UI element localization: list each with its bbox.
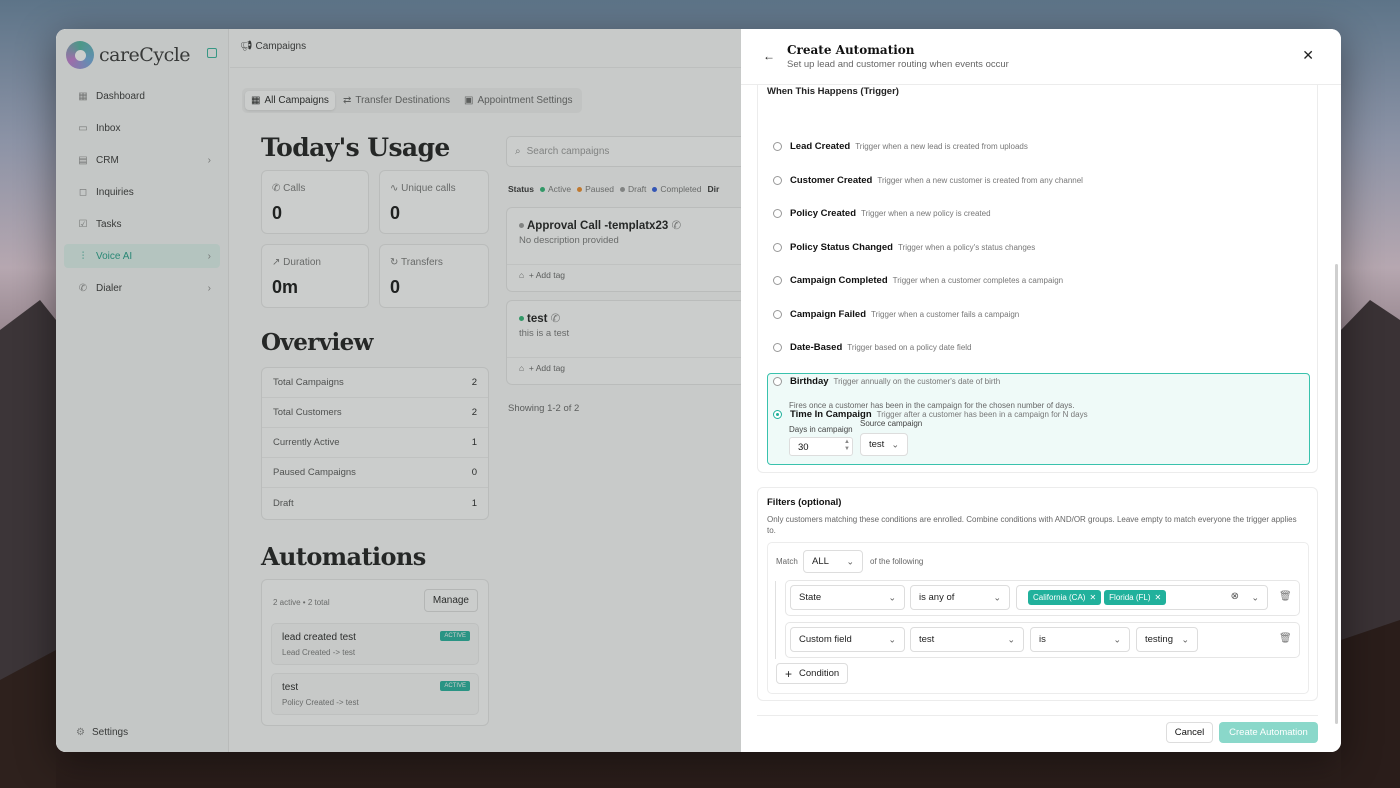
trigger-description: Trigger after a customer has been in a c… (876, 410, 1088, 419)
operator-value: is any of (919, 592, 955, 603)
trigger-description: Trigger when a policy's status changes (897, 243, 1036, 252)
custom-field-name-select[interactable]: test ⌄ (910, 627, 1024, 652)
trigger-name: Campaign Failed (790, 309, 867, 320)
radio-button[interactable] (773, 310, 782, 319)
condition-field-select[interactable]: State ⌄ (790, 585, 905, 610)
match-value: ALL (812, 556, 829, 567)
chevron-down-icon: ⌄ (993, 592, 1001, 602)
add-condition-label: Condition (799, 668, 840, 679)
remove-chip-icon: ✕ (1154, 593, 1162, 602)
trigger-description: Trigger when a new policy is created (861, 209, 991, 218)
remove-chip-icon: ✕ (1089, 593, 1097, 602)
app-window: careCycle ▦ Dashboard ▭ Inbox ▤ CRM › ◻ Inquirie… (56, 29, 1341, 752)
radio-button[interactable] (773, 410, 782, 419)
trigger-option-policy-created[interactable]: Policy Created Trigger when a new policy … (773, 208, 991, 219)
source-value: test (869, 439, 885, 450)
trigger-description: Trigger when a customer fails a campaign (871, 310, 1020, 319)
trigger-name: Birthday (790, 376, 829, 387)
condition-value: testing (1145, 634, 1173, 645)
close-icon[interactable]: ✕ (1302, 47, 1314, 64)
days-label: Days in campaign (789, 425, 853, 434)
condition-operator-select[interactable]: is ⌄ (1030, 627, 1130, 652)
trash-icon[interactable]: 🗑︎ (1279, 633, 1292, 644)
trigger-description: Trigger based on a policy date field (847, 343, 972, 352)
filters-description: Only customers matching these conditions… (767, 515, 1297, 535)
trigger-option-lead-created[interactable]: Lead Created Trigger when a new lead is c… (773, 141, 1028, 152)
campaigns-app: careCycle ▦ Dashboard ▭ Inbox ▤ CRM › ◻ Inquirie… (56, 29, 746, 752)
trigger-name: Campaign Completed (790, 275, 888, 286)
condition-value-select[interactable]: testing ⌄ (1136, 627, 1198, 652)
trigger-name: Policy Created (790, 208, 856, 219)
trigger-option-date-based[interactable]: Date-Based Trigger based on a policy date… (773, 342, 972, 353)
trigger-option-customer-created[interactable]: Customer Created Trigger when a new custo… (773, 175, 1083, 186)
custom-field-value: test (919, 634, 935, 645)
days-value: 30 (798, 442, 809, 453)
radio-button[interactable] (773, 209, 782, 218)
plus-icon: + (785, 666, 793, 681)
trash-icon[interactable]: 🗑︎ (1279, 591, 1292, 602)
radio-button[interactable] (773, 377, 782, 386)
following-label: of the following (870, 557, 924, 566)
radio-button[interactable] (773, 176, 782, 185)
field-value: Custom field (799, 634, 852, 645)
chevron-down-icon: ⌄ (891, 439, 899, 449)
radio-button[interactable] (773, 343, 782, 352)
trigger-option-campaign-failed[interactable]: Campaign Failed Trigger when a customer f… (773, 309, 1019, 320)
trigger-title: When This Happens (Trigger) (767, 86, 899, 97)
operator-value: is (1039, 634, 1046, 645)
condition-values-multiselect[interactable]: California (CA) ✕ Florida (FL) ✕ ⊗ ⌄ (1016, 585, 1268, 610)
condition-operator-select[interactable]: is any of ⌄ (910, 585, 1010, 610)
field-value: State (799, 592, 822, 603)
create-automation-button[interactable]: Create Automation (1219, 722, 1318, 743)
chevron-down-icon: ⌄ (888, 592, 896, 602)
condition-field-select[interactable]: Custom field ⌄ (790, 627, 905, 652)
create-automation-panel: ← Create Automation Set up lead and cust… (741, 29, 1341, 752)
trigger-description: Trigger when a new customer is created f… (877, 176, 1083, 185)
chevron-down-icon: ⌄ (846, 556, 854, 566)
clear-circle-icon[interactable]: ⊗ (1231, 591, 1239, 602)
radio-button[interactable] (773, 243, 782, 252)
trigger-name: Lead Created (790, 141, 851, 152)
add-condition-button[interactable]: + Condition (776, 663, 849, 684)
stepper-arrows-icon[interactable]: ▲ ▼ (844, 439, 850, 453)
trigger-option-time-in-campaign[interactable]: Time In Campaign Trigger after a customer… (773, 409, 1088, 420)
trigger-description: Trigger when a customer completes a camp… (892, 276, 1064, 285)
trigger-name: Customer Created (790, 175, 873, 186)
radio-button[interactable] (773, 276, 782, 285)
filters-title: Filters (optional) (767, 497, 842, 508)
trigger-description: Trigger annually on the customer's date … (833, 377, 1001, 386)
source-campaign-select[interactable]: test ⌄ (860, 433, 908, 456)
trigger-option-campaign-completed[interactable]: Campaign Completed Trigger when a custome… (773, 275, 1063, 286)
cancel-button[interactable]: Cancel (1166, 722, 1213, 743)
trigger-note: Fires once a customer has been in the ca… (789, 401, 1075, 410)
value-chip[interactable]: Florida (FL) ✕ (1104, 590, 1167, 605)
panel-title: Create Automation (787, 43, 915, 57)
match-label: Match (776, 557, 798, 566)
radio-button[interactable] (773, 142, 782, 151)
chevron-down-icon: ⌄ (1113, 634, 1121, 644)
source-label: Source campaign (860, 419, 923, 428)
modal-backdrop[interactable] (56, 29, 741, 752)
value-chip[interactable]: California (CA) ✕ (1028, 590, 1102, 605)
trigger-description: Trigger when a new lead is created from … (855, 142, 1028, 151)
match-mode-select[interactable]: ALL ⌄ (803, 550, 863, 573)
chevron-down-icon: ⌄ (1251, 592, 1259, 602)
days-input[interactable]: 30 ▲ ▼ (789, 437, 853, 456)
chevron-down-icon: ⌄ (1007, 634, 1015, 644)
trigger-option-birthday[interactable]: Birthday Trigger annually on the customer… (773, 376, 1000, 387)
scrollbar[interactable] (1335, 264, 1338, 724)
trigger-option-policy-status-changed[interactable]: Policy Status Changed Trigger when a poli… (773, 242, 1035, 253)
chevron-down-icon: ⌄ (888, 634, 896, 644)
chevron-down-icon: ⌄ (1181, 634, 1189, 644)
trigger-name: Policy Status Changed (790, 242, 893, 253)
back-arrow-icon[interactable]: ← (763, 49, 775, 63)
trigger-name: Date-Based (790, 342, 843, 353)
panel-subtitle: Set up lead and customer routing when ev… (787, 59, 1009, 70)
